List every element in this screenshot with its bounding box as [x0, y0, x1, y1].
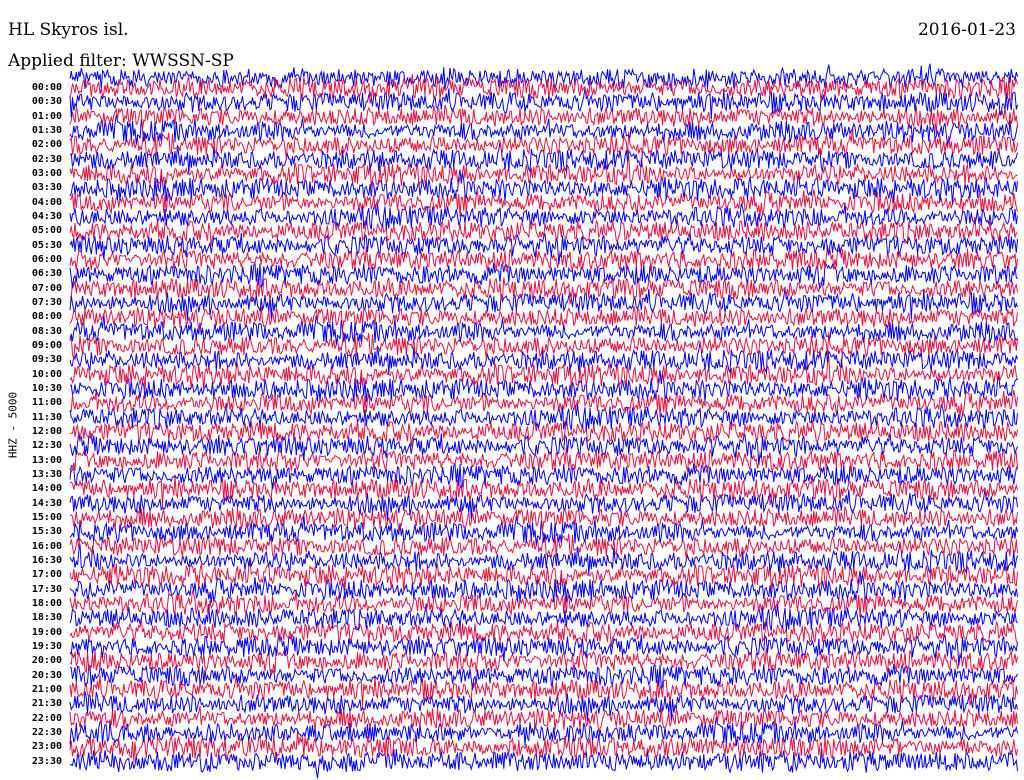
seismogram-plot	[69, 63, 1018, 779]
trace-0930	[69, 342, 1018, 375]
trace-1500	[70, 506, 1018, 532]
trace-0330	[69, 169, 1018, 205]
trace-0800	[69, 305, 1018, 331]
trace-1600	[69, 532, 1018, 560]
trace-1300	[69, 447, 1018, 474]
trace-1430	[69, 489, 1018, 522]
trace-2330	[69, 748, 1018, 779]
